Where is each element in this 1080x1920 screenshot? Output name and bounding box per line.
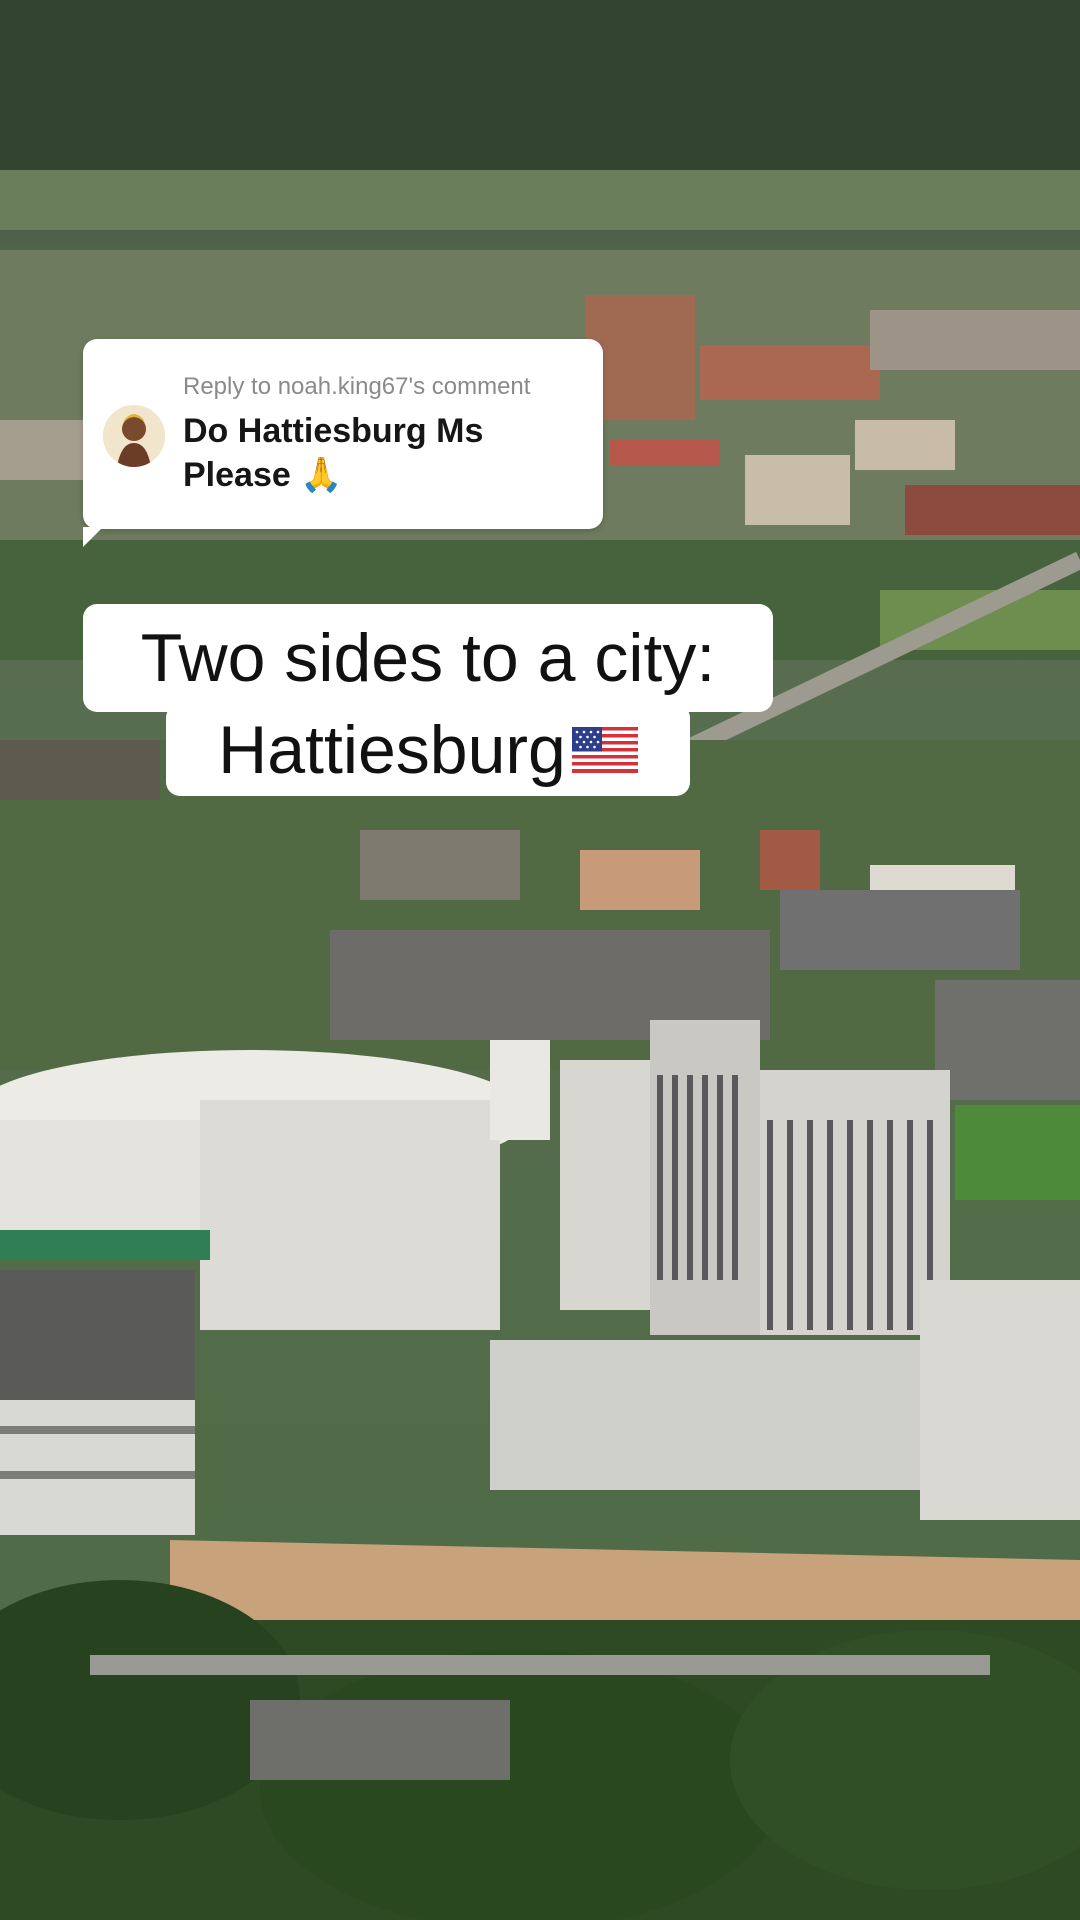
caption-line-2-text: Hattiesburg [218,712,566,788]
avatar[interactable] [103,405,165,467]
reply-header: Reply to noah.king67's comment [183,373,531,400]
caption-line-1: Two sides to a city: [83,604,773,712]
us-flag-icon [571,727,638,773]
aerial-city-photo [0,0,1080,1920]
caption-line-2: Hattiesburg [166,704,690,796]
reply-comment-text: Do Hattiesburg Ms Please 🙏 [183,412,484,494]
avatar-image [103,405,165,467]
reply-comment-bubble[interactable]: Reply to noah.king67's comment Do Hattie… [83,339,603,547]
caption-line-1-text: Two sides to a city: [140,620,716,696]
